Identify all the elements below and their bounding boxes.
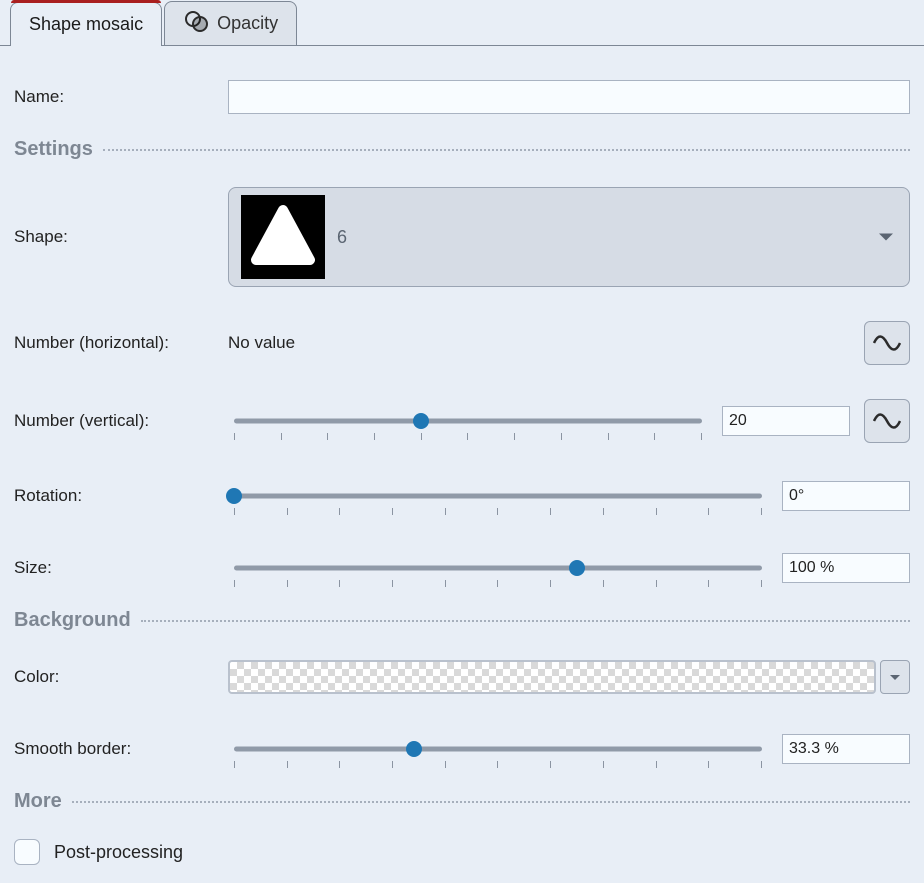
tab-opacity[interactable]: Opacity — [164, 1, 297, 45]
number-horizontal-value: No value — [228, 333, 295, 353]
rotation-slider[interactable] — [228, 483, 768, 509]
post-processing-row: Post-processing — [14, 839, 910, 865]
smooth-border-input[interactable] — [783, 735, 924, 763]
wave-button-horizontal[interactable] — [864, 321, 910, 365]
shape-row: Shape: 6 — [14, 187, 910, 287]
color-dropdown-button[interactable] — [880, 660, 910, 694]
triangle-icon — [250, 204, 316, 270]
section-background: Background — [14, 609, 910, 632]
post-processing-label: Post-processing — [54, 842, 183, 863]
section-title: Background — [14, 609, 131, 632]
rotation-spinner[interactable] — [782, 481, 910, 511]
smooth-border-slider[interactable] — [228, 736, 768, 762]
size-slider[interactable] — [228, 555, 768, 581]
section-rule — [103, 149, 910, 151]
number-vertical-label: Number (vertical): — [14, 411, 228, 431]
shape-label: Shape: — [14, 227, 228, 247]
section-more: More — [14, 790, 910, 813]
size-spinner[interactable] — [782, 553, 910, 583]
number-horizontal-row: Number (horizontal): No value — [14, 321, 910, 365]
shape-caption: 6 — [337, 227, 347, 248]
rotation-row: Rotation: — [14, 477, 910, 515]
name-label: Name: — [14, 87, 228, 107]
number-vertical-spinner[interactable] — [722, 406, 850, 436]
shape-dropdown[interactable]: 6 — [228, 187, 910, 287]
tab-label: Opacity — [217, 13, 278, 34]
size-label: Size: — [14, 558, 228, 578]
rotation-label: Rotation: — [14, 486, 228, 506]
shape-mosaic-panel: Shape mosaic Opacity Name: Settings — [0, 0, 924, 856]
smooth-border-row: Smooth border: — [14, 730, 910, 768]
section-rule — [72, 801, 910, 803]
section-settings: Settings — [14, 138, 910, 161]
chevron-down-icon — [879, 234, 893, 241]
number-horizontal-label: Number (horizontal): — [14, 333, 228, 353]
smooth-border-label: Smooth border: — [14, 739, 228, 759]
number-vertical-slider[interactable] — [228, 408, 708, 434]
rotation-input[interactable] — [783, 482, 924, 510]
content: Name: Settings Shape: — [0, 46, 924, 883]
opacity-icon — [183, 10, 209, 37]
section-title: Settings — [14, 138, 93, 161]
size-input[interactable] — [783, 554, 924, 582]
number-vertical-row: Number (vertical): — [14, 399, 910, 443]
smooth-border-spinner[interactable] — [782, 734, 910, 764]
tab-strip: Shape mosaic Opacity — [0, 0, 924, 46]
name-input[interactable] — [228, 80, 910, 114]
section-title: More — [14, 790, 62, 813]
color-row: Color: — [14, 658, 910, 696]
shape-thumb — [241, 195, 325, 279]
name-row: Name: — [14, 78, 910, 116]
post-processing-checkbox[interactable] — [14, 839, 40, 865]
color-swatch[interactable] — [228, 660, 876, 694]
tab-label: Shape mosaic — [29, 14, 143, 35]
color-label: Color: — [14, 667, 228, 687]
wave-button-vertical[interactable] — [864, 399, 910, 443]
tab-shape-mosaic[interactable]: Shape mosaic — [10, 2, 162, 46]
section-rule — [141, 620, 910, 622]
size-row: Size: — [14, 549, 910, 587]
